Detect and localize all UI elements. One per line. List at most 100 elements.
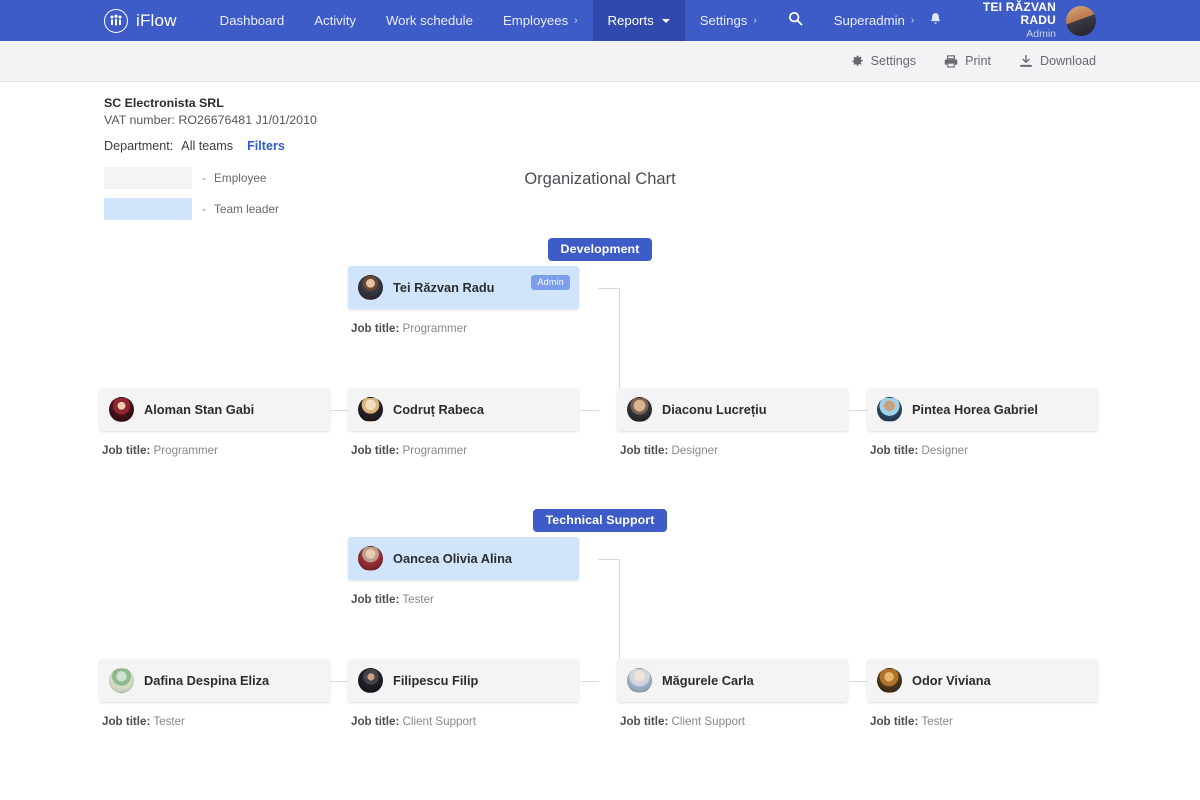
legend-item-team-leader: - Team leader	[104, 198, 1096, 220]
connector	[598, 288, 620, 289]
avatar	[358, 668, 383, 693]
org-card-name: Filipescu Filip	[393, 673, 479, 688]
job-title-value: Tester	[921, 715, 953, 728]
company-vat: VAT number: RO26676481 J1/01/2010	[104, 113, 317, 127]
nav-item-work-schedule[interactable]: Work schedule	[371, 0, 488, 41]
org-card-leader[interactable]: Oancea Olivia Alina Job title: Tester	[348, 537, 579, 606]
nav-item-settings[interactable]: Settings ›	[685, 0, 772, 41]
department-value[interactable]: All teams	[181, 139, 233, 153]
org-card-member[interactable]: Dafina Despina Eliza Job title: Tester	[99, 659, 330, 728]
org-card-member[interactable]: Măgurele Carla Job title: Client Support	[617, 659, 848, 728]
org-card-member[interactable]: Aloman Stan Gabi Job title: Programmer	[99, 388, 330, 457]
gear-icon	[851, 55, 864, 68]
org-card-leader[interactable]: Tei Răzvan Radu Admin Job title: Program…	[348, 266, 579, 335]
report-page: SC Electronista SRL VAT number: RO266764…	[0, 82, 1200, 732]
bell-icon[interactable]	[929, 12, 948, 30]
avatar	[627, 668, 652, 693]
job-title-value: Client Support	[671, 715, 746, 728]
brand-name: iFlow	[136, 10, 177, 30]
job-title-value: Programmer	[402, 322, 467, 335]
search-button[interactable]	[772, 0, 819, 41]
org-card-job: Job title: Tester	[99, 702, 330, 728]
org-card-member[interactable]: Codruț Rabeca Job title: Programmer	[348, 388, 579, 457]
nav-item-superadmin[interactable]: Superadmin ›	[819, 0, 929, 41]
job-title-prefix: Job title:	[351, 593, 400, 606]
nav-label-activity: Activity	[314, 13, 356, 28]
group-body-development: Tei Răzvan Radu Admin Job title: Program…	[99, 261, 1098, 461]
org-card-job: Job title: Tester	[348, 580, 579, 606]
nav-label-settings: Settings	[699, 13, 748, 28]
org-card-header: Oancea Olivia Alina	[348, 537, 579, 580]
nav-item-dashboard[interactable]: Dashboard	[205, 0, 300, 41]
avatar	[358, 546, 383, 571]
org-card-job: Job title: Programmer	[348, 431, 579, 457]
avatar	[877, 668, 902, 693]
org-card-name: Tei Răzvan Radu	[393, 280, 495, 295]
org-card-member[interactable]: Diaconu Lucrețiu Job title: Designer	[617, 388, 848, 457]
job-title-prefix: Job title:	[620, 444, 669, 457]
user-name: TEI RĂZVAN RADU	[982, 0, 1056, 28]
legend-swatch-team-leader	[104, 198, 192, 220]
department-badge-technical-support: Technical Support	[532, 509, 668, 532]
report-toolbar: Settings Print Download	[0, 41, 1200, 82]
org-card-name: Odor Viviana	[912, 673, 991, 688]
org-card-header: Diaconu Lucrețiu	[617, 388, 848, 431]
job-title-value: Tester	[153, 715, 185, 728]
job-title-value: Programmer	[153, 444, 218, 457]
org-card-header: Măgurele Carla	[617, 659, 848, 702]
org-chart-group-technical-support: Technical Support Oancea Olivia Alina Jo…	[99, 509, 1098, 732]
org-card-header: Tei Răzvan Radu Admin	[348, 266, 579, 309]
job-title-prefix: Job title:	[102, 444, 151, 457]
department-filter-row: Department: All teams Filters	[104, 139, 1096, 153]
download-button[interactable]: Download	[1019, 54, 1096, 68]
department-badge-wrap: Development	[104, 238, 1096, 261]
org-card-name: Diaconu Lucrețiu	[662, 402, 767, 417]
nav-item-activity[interactable]: Activity	[299, 0, 371, 41]
org-card-member[interactable]: Pintea Horea Gabriel Job title: Designer	[867, 388, 1098, 457]
org-card-header: Dafina Despina Eliza	[99, 659, 330, 702]
print-button[interactable]: Print	[944, 54, 991, 68]
legend-swatch-employee	[104, 167, 192, 189]
connector	[581, 410, 599, 411]
avatar	[109, 668, 134, 693]
user-role: Admin	[1026, 28, 1056, 41]
chevron-right-icon: ›	[574, 15, 578, 26]
job-title-value: Client Support	[402, 715, 477, 728]
department-label: Department:	[104, 139, 174, 153]
settings-label: Settings	[870, 54, 917, 68]
org-card-name: Aloman Stan Gabi	[144, 402, 255, 417]
company-header: SC Electronista SRL VAT number: RO266764…	[104, 82, 1096, 153]
connector	[581, 681, 599, 682]
nav-item-reports[interactable]: Reports	[592, 0, 685, 41]
legend-dash: -	[202, 171, 206, 185]
settings-button[interactable]: Settings	[851, 54, 917, 68]
org-card-name: Codruț Rabeca	[393, 402, 485, 417]
avatar	[109, 397, 134, 422]
org-card-job: Job title: Tester	[867, 702, 1098, 728]
nav-item-employees[interactable]: Employees ›	[488, 0, 593, 41]
nav-label-dashboard: Dashboard	[219, 13, 285, 28]
user-menu[interactable]: TEI RĂZVAN RADU Admin	[958, 0, 1056, 41]
group-body-technical-support: Oancea Olivia Alina Job title: Tester Da…	[99, 532, 1098, 732]
org-card-header: Filipescu Filip	[348, 659, 579, 702]
job-title-prefix: Job title:	[870, 715, 919, 728]
connector	[849, 410, 867, 411]
org-card-member[interactable]: Filipescu Filip Job title: Client Suppor…	[348, 659, 579, 728]
org-card-name: Dafina Despina Eliza	[144, 673, 270, 688]
department-badge-development: Development	[547, 238, 653, 261]
org-chart-group-development: Development Tei Răzvan Radu Admin Job ti…	[99, 238, 1098, 461]
job-title-prefix: Job title:	[870, 444, 919, 457]
org-card-job: Job title: Programmer	[348, 309, 579, 335]
org-card-job: Job title: Designer	[617, 431, 848, 457]
avatar[interactable]	[1066, 5, 1096, 36]
nav-label-work-schedule: Work schedule	[385, 13, 473, 28]
nav-label-superadmin: Superadmin	[833, 13, 905, 28]
nav-label-reports: Reports	[607, 13, 654, 28]
brand-logo-link[interactable]: iFlow	[104, 0, 205, 41]
avatar	[358, 397, 383, 422]
top-navbar: iFlow Dashboard Activity Work schedule E…	[0, 0, 1200, 41]
filters-link[interactable]: Filters	[247, 139, 285, 153]
org-card-job: Job title: Client Support	[348, 702, 579, 728]
job-title-prefix: Job title:	[351, 444, 400, 457]
org-card-member[interactable]: Odor Viviana Job title: Tester	[867, 659, 1098, 728]
